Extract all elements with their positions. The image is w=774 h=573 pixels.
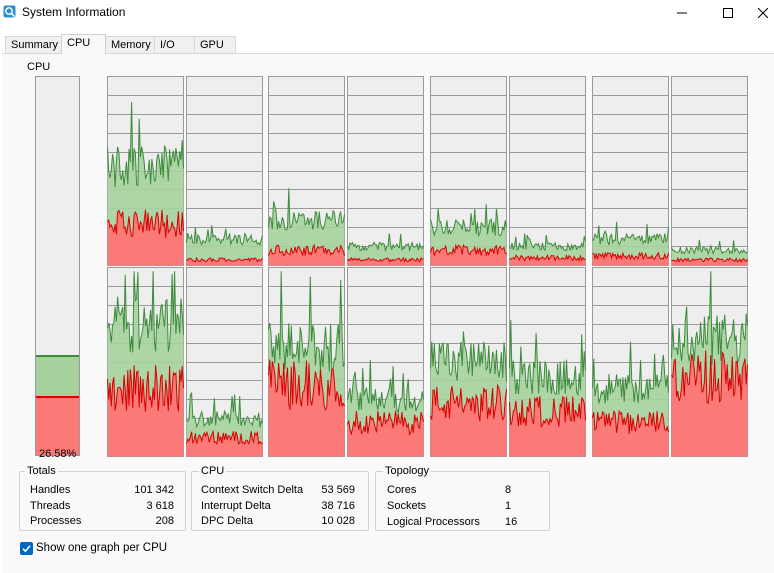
topology-title: Topology xyxy=(383,465,432,477)
interrupt-value: 38 716 xyxy=(321,500,355,512)
cpu-graph-8 xyxy=(671,76,748,266)
cpu-graph-1 xyxy=(107,76,184,266)
dpc-value: 10 028 xyxy=(321,515,355,527)
interrupt-label: Interrupt Delta xyxy=(201,500,271,512)
show-one-graph-label[interactable]: Show one graph per CPU xyxy=(36,542,167,554)
cores-label: Cores xyxy=(387,484,417,496)
handles-value: 101 342 xyxy=(134,484,174,496)
context-switch-label: Context Switch Delta xyxy=(201,484,304,496)
processes-label: Processes xyxy=(30,515,82,527)
cpu-graph-7 xyxy=(592,76,669,266)
cpu-graph-14 xyxy=(509,267,586,457)
cpu-graph-5 xyxy=(430,76,507,266)
tab-cpu[interactable]: CPU xyxy=(61,34,106,54)
cpu-graph-12 xyxy=(347,267,424,457)
handles-label: Handles xyxy=(30,484,71,496)
sockets-value: 1 xyxy=(505,500,512,512)
dpc-label: DPC Delta xyxy=(201,515,253,527)
cpu-graph-2 xyxy=(186,76,263,266)
processes-value: 208 xyxy=(155,515,174,527)
logical-processors-label: Logical Processors xyxy=(387,516,480,528)
cpu-graph-13 xyxy=(430,267,507,457)
threads-value: 3 618 xyxy=(146,500,174,512)
cpu-graph-4 xyxy=(347,76,424,266)
cpu-graph-3 xyxy=(268,76,345,266)
context-switch-value: 53 569 xyxy=(321,484,355,496)
show-one-graph-checkbox[interactable] xyxy=(20,542,33,555)
cpu-graph-15 xyxy=(592,267,669,457)
checkmark-icon xyxy=(22,545,31,553)
cpu-graph-11 xyxy=(268,267,345,457)
threads-label: Threads xyxy=(30,500,71,512)
logical-processors-value: 16 xyxy=(505,516,518,528)
totals-title: Totals xyxy=(25,465,58,477)
sockets-label: Sockets xyxy=(387,500,427,512)
cpu-graph-10 xyxy=(186,267,263,457)
cpu-graph-16 xyxy=(671,267,748,457)
cpu-stats-title: CPU xyxy=(199,465,227,477)
cores-value: 8 xyxy=(505,484,512,496)
cpu-graph-9 xyxy=(107,267,184,457)
cpu-graph-6 xyxy=(509,76,586,266)
